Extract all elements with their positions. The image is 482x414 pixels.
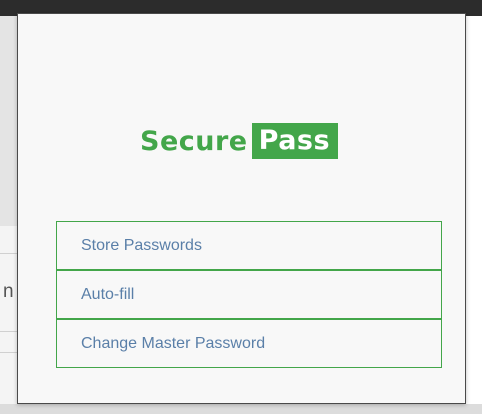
popup-menu: Store Passwords Auto-fill Change Master …: [56, 221, 442, 368]
auto-fill-button[interactable]: Auto-fill: [56, 270, 442, 319]
background-divider: [0, 331, 18, 332]
background-divider: [0, 253, 18, 254]
change-master-password-button[interactable]: Change Master Password: [56, 319, 442, 368]
securepass-logo: Secure Pass: [140, 121, 339, 161]
store-passwords-button[interactable]: Store Passwords: [56, 221, 442, 270]
logo-text-pass: Pass: [251, 123, 339, 159]
background-right-strip: [466, 16, 482, 414]
extension-popup: Secure Pass Store Passwords Auto-fill Ch…: [17, 13, 466, 404]
background-left-panel-shade: [0, 16, 18, 226]
background-bottom-strip: [0, 404, 482, 414]
background-divider: [0, 352, 18, 353]
background-partial-text: n: [3, 281, 14, 302]
logo-text-secure: Secure: [140, 125, 248, 157]
